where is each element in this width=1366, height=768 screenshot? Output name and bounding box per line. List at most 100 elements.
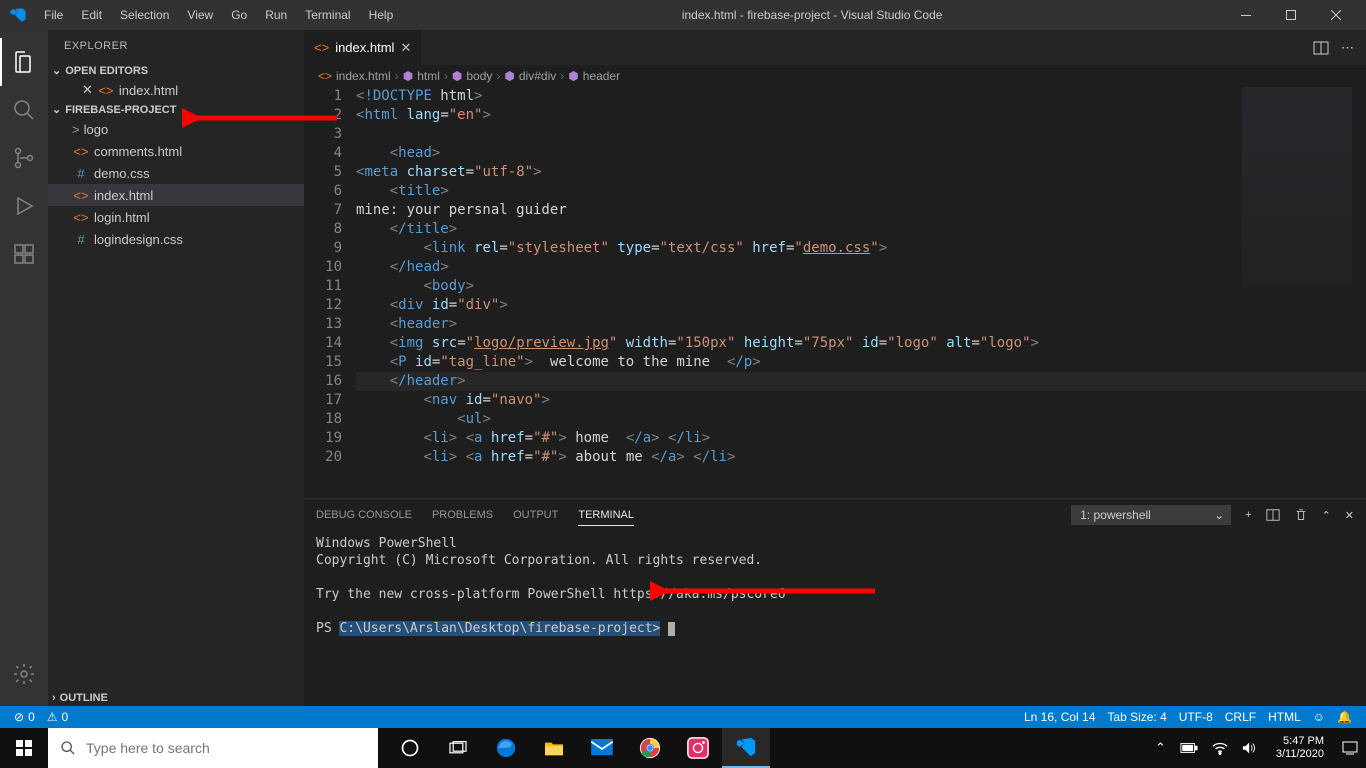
menu-terminal[interactable]: Terminal [297,4,358,26]
menu-run[interactable]: Run [257,4,295,26]
close-icon[interactable]: ✕ [400,40,411,56]
window-controls [1223,0,1358,30]
tree-file-index-html[interactable]: <> index.html [48,184,304,206]
tab-index-html[interactable]: <> index.html ✕ [304,30,422,65]
tray-battery-icon[interactable] [1176,742,1202,754]
status-bell-icon[interactable]: 🔔 [1331,710,1358,724]
tree-folder-logo[interactable]: > logo [48,118,304,140]
css-icon: # [72,166,90,181]
more-actions-icon[interactable]: ⋯ [1341,40,1354,56]
maximize-button[interactable] [1268,0,1313,30]
code-content[interactable]: <!DOCTYPE html><html lang="en"> <head><m… [356,87,1366,498]
section-label: OUTLINE [60,692,108,704]
activity-source-control[interactable] [0,134,48,182]
activity-settings[interactable] [0,650,48,698]
status-warnings[interactable]: ⚠0 [41,710,74,724]
tray-chevron-icon[interactable]: ⌃ [1151,740,1170,756]
window-title: index.html - firebase-project - Visual S… [401,8,1223,22]
search-icon [60,740,76,756]
cortana-icon[interactable] [386,728,434,768]
file-explorer-icon[interactable] [530,728,578,768]
activity-search[interactable] [0,86,48,134]
close-panel-icon[interactable]: ✕ [1345,509,1354,522]
breadcrumb[interactable]: <> index.html › ⬢ html › ⬢ body › ⬢ div#… [304,65,1366,87]
section-open-editors[interactable]: ⌄ OPEN EDITORS [48,62,304,79]
split-terminal-icon[interactable] [1266,508,1280,522]
status-errors[interactable]: ⊘0 [8,710,41,724]
breadcrumb-item[interactable]: ⬢ header [568,69,620,83]
terminal-selector[interactable]: 1: powershell⌄ [1071,505,1231,525]
start-button[interactable] [0,728,48,768]
file-name: comments.html [94,144,182,159]
tree-file-login-html[interactable]: <> login.html [48,206,304,228]
minimap[interactable] [1242,87,1352,287]
code-editor[interactable]: 1234567891011121314151617181920 <!DOCTYP… [304,87,1366,498]
breadcrumb-item[interactable]: <> index.html [318,69,391,83]
title-bar: File Edit Selection View Go Run Terminal… [0,0,1366,30]
edge-icon[interactable] [482,728,530,768]
status-feedback-icon[interactable]: ☺ [1307,710,1331,724]
windows-taskbar: ⌃ 5:47 PM 3/11/2020 [0,728,1366,768]
terminal-output[interactable]: Windows PowerShell Copyright (C) Microso… [304,531,1366,706]
activity-bar [0,30,48,706]
status-encoding[interactable]: UTF-8 [1173,710,1219,724]
status-tab-size[interactable]: Tab Size: 4 [1101,710,1172,724]
tree-file-logindesign-css[interactable]: # logindesign.css [48,228,304,250]
panel-tab-terminal[interactable]: TERMINAL [578,505,634,526]
panel-tab-problems[interactable]: PROBLEMS [432,505,493,525]
open-editor-item[interactable]: ✕ <> index.html [48,79,304,101]
error-icon: ⊘ [14,710,24,724]
vscode-icon [8,5,28,25]
menu-file[interactable]: File [36,4,71,26]
maximize-panel-icon[interactable]: ⌃ [1322,509,1331,522]
breadcrumb-item[interactable]: ⬢ div#div [504,69,556,83]
html-icon: <> [72,144,90,159]
section-outline[interactable]: › OUTLINE [48,690,304,706]
close-button[interactable] [1313,0,1358,30]
minimize-button[interactable] [1223,0,1268,30]
chrome-icon[interactable] [626,728,674,768]
menu-go[interactable]: Go [223,4,255,26]
menu-edit[interactable]: Edit [73,4,110,26]
tree-file-demo-css[interactable]: # demo.css [48,162,304,184]
taskbar-search[interactable] [48,728,378,768]
activity-explorer[interactable] [0,38,48,86]
vscode-taskbar-icon[interactable] [722,728,770,768]
close-icon[interactable]: ✕ [82,82,93,98]
tray-volume-icon[interactable] [1238,741,1262,755]
tray-wifi-icon[interactable] [1208,741,1232,755]
menu-selection[interactable]: Selection [112,4,177,26]
menu-help[interactable]: Help [361,4,402,26]
activity-run-debug[interactable] [0,182,48,230]
breadcrumb-item[interactable]: ⬢ body [452,69,493,83]
chevron-down-icon: ⌄ [52,64,61,77]
breadcrumb-item[interactable]: ⬢ html [403,69,440,83]
status-language[interactable]: HTML [1262,710,1307,724]
new-terminal-icon[interactable]: + [1245,509,1251,521]
panel-tab-output[interactable]: OUTPUT [513,505,558,525]
mail-icon[interactable] [578,728,626,768]
folder-name: logo [84,122,109,137]
task-view-icon[interactable] [434,728,482,768]
menu-view[interactable]: View [179,4,221,26]
activity-extensions[interactable] [0,230,48,278]
tray-clock[interactable]: 5:47 PM 3/11/2020 [1268,735,1332,761]
tray-notifications-icon[interactable] [1338,740,1362,756]
editor-area: <> index.html ✕ ⋯ <> index.html › ⬢ html… [304,30,1366,706]
file-name: demo.css [94,166,150,181]
status-cursor-position[interactable]: Ln 16, Col 14 [1018,710,1101,724]
warning-icon: ⚠ [47,710,58,724]
kill-terminal-icon[interactable] [1294,508,1308,522]
search-input[interactable] [86,740,366,756]
main-area: EXPLORER ⌄ OPEN EDITORS ✕ <> index.html … [0,30,1366,706]
tree-file-comments[interactable]: <> comments.html [48,140,304,162]
file-name: index.html [94,188,153,203]
section-project[interactable]: ⌄ FIREBASE-PROJECT [48,101,304,118]
status-eol[interactable]: CRLF [1219,710,1262,724]
terminal-panel: DEBUG CONSOLE PROBLEMS OUTPUT TERMINAL 1… [304,498,1366,706]
file-name: logindesign.css [94,232,183,247]
panel-tab-debug-console[interactable]: DEBUG CONSOLE [316,505,412,525]
instagram-icon[interactable] [674,728,722,768]
split-editor-icon[interactable] [1313,40,1329,56]
panel-actions: 1: powershell⌄ + ⌃ ✕ [1071,505,1354,525]
